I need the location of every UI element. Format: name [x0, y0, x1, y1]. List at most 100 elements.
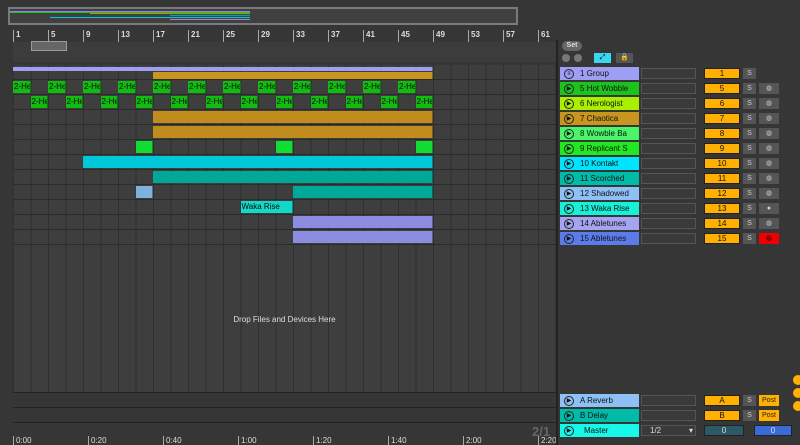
solo-button[interactable]: S	[743, 158, 756, 169]
clip[interactable]	[135, 141, 153, 153]
solo-button[interactable]: S	[743, 218, 756, 229]
track-name[interactable]: ▶ Master	[560, 424, 639, 437]
track-header[interactable]: ▶ 10 Kontakt 10 S ◍	[558, 156, 800, 171]
solo-button[interactable]: S	[743, 128, 756, 139]
time-ruler[interactable]: 0:00 0:20 0:40 1:00 1:20 1:40 2:00 2:20	[13, 436, 557, 445]
play-icon[interactable]: ▶	[564, 204, 574, 214]
clip[interactable]	[83, 156, 433, 168]
track-name[interactable]: ▶ 12 Shadowed	[560, 187, 639, 200]
clip-slot[interactable]	[641, 395, 696, 406]
clip[interactable]: 2-He	[293, 81, 311, 93]
track-name[interactable]: ▶ 6 Nerologist	[560, 97, 639, 110]
clip[interactable]: 2-He	[30, 96, 48, 108]
track-header[interactable]: ▶ 15 Abletunes 15 S ◍	[558, 231, 800, 246]
track-lane[interactable]	[13, 170, 556, 185]
arm-button[interactable]: ◍	[759, 158, 779, 169]
clip-slot[interactable]	[641, 83, 696, 94]
clip-slot[interactable]	[641, 173, 696, 184]
track-name[interactable]: ▶ 11 Scorched	[560, 172, 639, 185]
track-name[interactable]: ▶ 8 Wowble Ba	[560, 127, 639, 140]
track-name[interactable]: ▶ 9 Replicant S	[560, 142, 639, 155]
clip-slot[interactable]	[641, 188, 696, 199]
clip[interactable]	[293, 231, 433, 243]
clip-slot[interactable]	[641, 203, 696, 214]
track-activator[interactable]: A	[704, 395, 740, 406]
clip-slot[interactable]	[641, 158, 696, 169]
clip[interactable]: 2-He	[258, 81, 276, 93]
clip[interactable]: 2-He	[83, 81, 101, 93]
track-header[interactable]: ▶ 14 Abletunes 14 S ◍	[558, 216, 800, 231]
track-header[interactable]: ▶ 5 Hot Wobble 5 S ◍	[558, 81, 800, 96]
clip[interactable]	[293, 186, 433, 198]
arm-button[interactable]: ◍	[759, 83, 779, 94]
clip-slot[interactable]	[641, 410, 696, 421]
clip[interactable]: Waka Rise	[240, 201, 293, 213]
master-volume[interactable]: 0	[754, 425, 792, 436]
solo-button[interactable]: S	[743, 98, 756, 109]
track-name[interactable]: ▶ 15 Abletunes	[560, 232, 639, 245]
clip[interactable]: 2-He	[398, 81, 416, 93]
next-locator-icon[interactable]	[574, 54, 582, 62]
track-activator[interactable]: B	[704, 410, 740, 421]
clip[interactable]: 2-He	[205, 96, 223, 108]
play-icon[interactable]: ▶	[564, 114, 574, 124]
clip[interactable]: 2-He	[65, 96, 83, 108]
arm-button[interactable]: ◍	[759, 188, 779, 199]
solo-button[interactable]: S	[743, 113, 756, 124]
clip-slot[interactable]	[641, 143, 696, 154]
track-name[interactable]: ▶ 10 Kontakt	[560, 157, 639, 170]
clip[interactable]	[293, 216, 433, 228]
clip[interactable]	[153, 171, 433, 183]
clip[interactable]	[153, 126, 433, 138]
clip[interactable]	[153, 72, 433, 79]
solo-button[interactable]: S	[743, 173, 756, 184]
track-activator[interactable]: 13	[704, 203, 740, 214]
play-icon[interactable]: ▶	[564, 99, 574, 109]
solo-button[interactable]: S	[743, 410, 756, 421]
play-icon[interactable]: ▶	[564, 189, 574, 199]
arm-button[interactable]: ◍	[759, 233, 779, 244]
arm-button[interactable]: ◍	[759, 218, 779, 229]
set-button[interactable]: Set	[562, 41, 582, 51]
track-lane[interactable]: 2-He 2-He 2-He 2-He 2-He 2-He 2-He 2-He 2-He 2-He…	[13, 80, 556, 95]
track-activator[interactable]: 1	[704, 68, 740, 79]
track-activator[interactable]: 6	[704, 98, 740, 109]
track-lane[interactable]	[13, 110, 556, 125]
track-lane[interactable]	[13, 185, 556, 200]
play-icon[interactable]: ▶	[564, 396, 574, 406]
track-lane[interactable]	[13, 140, 556, 155]
clip[interactable]	[13, 67, 433, 71]
track-lane[interactable]: Waka Rise	[13, 200, 556, 215]
master-track-header[interactable]: ▶ Master 1/2 ▾ 0 0	[558, 423, 800, 438]
solo-button[interactable]: S	[743, 143, 756, 154]
track-lane[interactable]	[13, 65, 556, 80]
track-header[interactable]: ≡ 1 Group 1 S	[558, 66, 800, 81]
track-lane[interactable]	[13, 125, 556, 140]
arm-button[interactable]: ◍	[759, 128, 779, 139]
arm-button[interactable]: ●	[759, 203, 779, 214]
track-lane[interactable]	[13, 230, 556, 245]
arrangement-tracks[interactable]: 2-He 2-He 2-He 2-He 2-He 2-He 2-He 2-He 2-He 2-He…	[13, 65, 556, 392]
prev-locator-icon[interactable]	[562, 54, 570, 62]
clip[interactable]: 2-He	[100, 96, 118, 108]
play-icon[interactable]: ▶	[564, 129, 574, 139]
clip[interactable]: 2-He	[170, 96, 188, 108]
clip[interactable]: 2-He	[275, 96, 293, 108]
clip[interactable]: 2-He	[48, 81, 66, 93]
track-lane[interactable]	[13, 215, 556, 230]
group-icon[interactable]: ≡	[564, 69, 574, 79]
track-header[interactable]: ▶ 13 Waka Rise 13 S ●	[558, 201, 800, 216]
track-header[interactable]: ▶ 11 Scorched 11 S ◍	[558, 171, 800, 186]
loop-brace[interactable]	[31, 41, 67, 51]
clip[interactable]: 2-He	[310, 96, 328, 108]
solo-button[interactable]: S	[743, 233, 756, 244]
return-track-header[interactable]: ▶ B Delay B S Post	[558, 408, 800, 423]
track-header[interactable]: ▶ 9 Replicant S 9 S ◍	[558, 141, 800, 156]
post-button[interactable]: Post	[759, 395, 779, 406]
play-icon[interactable]: ▶	[564, 144, 574, 154]
track-lane[interactable]: 2-He 2-He 2-He 2-He 2-He 2-He 2-He 2-He 2-He 2-He…	[13, 95, 556, 110]
loop-bar[interactable]	[13, 42, 556, 62]
clip-slot[interactable]	[641, 68, 696, 79]
clip[interactable]: 2-He	[13, 81, 31, 93]
arm-button[interactable]: ◍	[759, 98, 779, 109]
